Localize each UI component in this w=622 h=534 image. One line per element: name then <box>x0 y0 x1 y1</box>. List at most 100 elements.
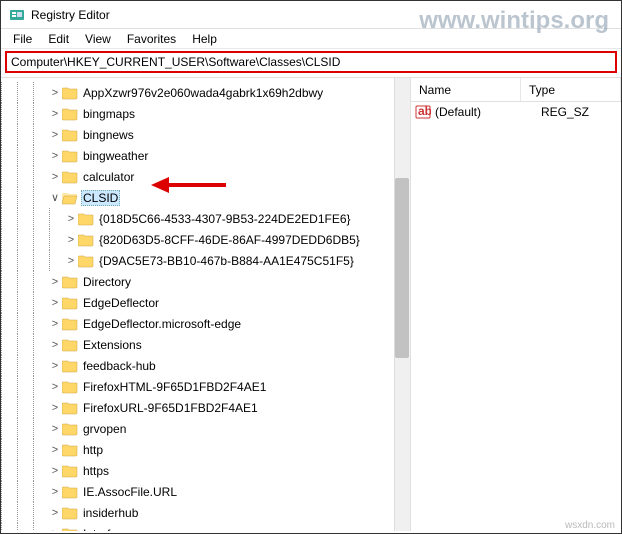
chevron-right-icon[interactable]: > <box>49 108 61 120</box>
chevron-right-icon[interactable]: > <box>49 465 61 477</box>
tree-item-label: EdgeDeflector.microsoft-edge <box>81 317 243 331</box>
tree-item[interactable]: > grvopen <box>1 418 410 439</box>
tree-item-label: IE.AssocFile.URL <box>81 485 179 499</box>
tree-item[interactable]: > {D9AC5E73-BB10-467b-B884-AA1E475C51F5} <box>1 250 410 271</box>
menu-view[interactable]: View <box>77 30 119 48</box>
value-list-pane[interactable]: Name Type ab (Default) REG_SZ <box>411 78 621 531</box>
folder-open-icon <box>62 191 78 205</box>
tree-item-label: FirefoxHTML-9F65D1FBD2F4AE1 <box>81 380 268 394</box>
tree-item[interactable]: > IE.AssocFile.URL <box>1 481 410 502</box>
string-value-icon: ab <box>415 104 431 120</box>
tree-item[interactable]: > https <box>1 460 410 481</box>
folder-icon <box>62 170 78 184</box>
tree-item[interactable]: >bingnews <box>1 124 410 145</box>
col-type[interactable]: Type <box>521 78 621 101</box>
registry-tree[interactable]: > AppXzwr976v2e060wada4gabrk1x69h2dbwy >bi… <box>1 78 410 531</box>
tree-item-label: AppXzwr976v2e060wada4gabrk1x69h2dbwy <box>81 86 325 100</box>
menu-edit[interactable]: Edit <box>40 30 77 48</box>
folder-icon <box>62 359 78 373</box>
tree-item[interactable]: > {820D63D5-8CFF-46DE-86AF-4997DEDD6DB5} <box>1 229 410 250</box>
folder-icon <box>62 107 78 121</box>
chevron-right-icon[interactable]: > <box>49 486 61 498</box>
regedit-icon <box>9 7 25 23</box>
tree-item[interactable]: > EdgeDeflector <box>1 292 410 313</box>
chevron-right-icon[interactable]: > <box>65 234 77 246</box>
tree-item[interactable]: >bingweather <box>1 145 410 166</box>
chevron-right-icon[interactable]: > <box>49 381 61 393</box>
folder-icon <box>62 422 78 436</box>
tree-item-label: Interface <box>81 527 132 532</box>
tree-item-label: EdgeDeflector <box>81 296 161 310</box>
col-name[interactable]: Name <box>411 78 521 101</box>
chevron-right-icon[interactable]: > <box>49 444 61 456</box>
folder-icon <box>62 401 78 415</box>
tree-item-label: insiderhub <box>81 506 140 520</box>
chevron-right-icon[interactable]: > <box>49 423 61 435</box>
chevron-down-icon[interactable]: ∨ <box>49 191 61 204</box>
chevron-right-icon[interactable]: > <box>49 528 61 532</box>
tree-item-label: https <box>81 464 111 478</box>
menu-help[interactable]: Help <box>184 30 225 48</box>
folder-icon <box>62 380 78 394</box>
folder-icon <box>62 275 78 289</box>
folder-icon <box>62 317 78 331</box>
chevron-right-icon[interactable]: > <box>49 150 61 162</box>
tree-item[interactable]: > http <box>1 439 410 460</box>
tree-scrollbar[interactable] <box>394 78 410 531</box>
tree-item[interactable]: >Directory <box>1 271 410 292</box>
chevron-right-icon[interactable]: > <box>65 213 77 225</box>
address-input[interactable] <box>11 55 611 69</box>
chevron-right-icon[interactable]: > <box>49 171 61 183</box>
chevron-right-icon[interactable]: > <box>49 276 61 288</box>
window-title: Registry Editor <box>31 8 110 22</box>
tree-item[interactable]: > Interface <box>1 523 410 531</box>
chevron-right-icon[interactable]: > <box>49 360 61 372</box>
folder-icon <box>62 338 78 352</box>
tree-item[interactable]: >FirefoxURL-9F65D1FBD2F4AE1 <box>1 397 410 418</box>
tree-item-label: {820D63D5-8CFF-46DE-86AF-4997DEDD6DB5} <box>97 233 362 247</box>
chevron-right-icon[interactable]: > <box>49 507 61 519</box>
tree-item[interactable]: > feedback-hub <box>1 355 410 376</box>
tree-item[interactable]: > AppXzwr976v2e060wada4gabrk1x69h2dbwy <box>1 82 410 103</box>
tree-item[interactable]: > FirefoxHTML-9F65D1FBD2F4AE1 <box>1 376 410 397</box>
folder-icon <box>62 128 78 142</box>
folder-icon <box>62 485 78 499</box>
tree-scroll-thumb[interactable] <box>395 178 409 358</box>
tree-item[interactable]: >bingmaps <box>1 103 410 124</box>
folder-icon <box>62 443 78 457</box>
value-name: (Default) <box>435 105 541 119</box>
list-row[interactable]: ab (Default) REG_SZ <box>411 102 621 122</box>
tree-item-label: {D9AC5E73-BB10-467b-B884-AA1E475C51F5} <box>97 254 356 268</box>
menubar: File Edit View Favorites Help <box>1 29 621 49</box>
tree-item-label: http <box>81 443 105 457</box>
chevron-right-icon[interactable]: > <box>49 87 61 99</box>
tree-item-label: calculator <box>81 170 136 184</box>
tree-item[interactable]: ∨CLSID <box>1 187 410 208</box>
svg-text:ab: ab <box>418 104 431 118</box>
folder-icon <box>62 296 78 310</box>
folder-icon <box>78 233 94 247</box>
address-bar[interactable] <box>5 51 617 73</box>
list-header: Name Type <box>411 78 621 102</box>
chevron-right-icon[interactable]: > <box>49 318 61 330</box>
menu-favorites[interactable]: Favorites <box>119 30 184 48</box>
tree-item[interactable]: >Extensions <box>1 334 410 355</box>
chevron-right-icon[interactable]: > <box>49 339 61 351</box>
value-type: REG_SZ <box>541 105 617 119</box>
tree-item-label: grvopen <box>81 422 128 436</box>
tree-item[interactable]: > EdgeDeflector.microsoft-edge <box>1 313 410 334</box>
chevron-right-icon[interactable]: > <box>49 402 61 414</box>
folder-icon <box>62 527 78 532</box>
chevron-right-icon[interactable]: > <box>65 255 77 267</box>
chevron-right-icon[interactable]: > <box>49 297 61 309</box>
chevron-right-icon[interactable]: > <box>49 129 61 141</box>
tree-item-label: feedback-hub <box>81 359 158 373</box>
menu-file[interactable]: File <box>5 30 40 48</box>
tree-item[interactable]: > calculator <box>1 166 410 187</box>
folder-icon <box>62 506 78 520</box>
tree-item[interactable]: >{018D5C66-4533-4307-9B53-224DE2ED1FE6} <box>1 208 410 229</box>
folder-icon <box>78 254 94 268</box>
tree-item[interactable]: > insiderhub <box>1 502 410 523</box>
folder-icon <box>62 149 78 163</box>
tree-pane[interactable]: > AppXzwr976v2e060wada4gabrk1x69h2dbwy >bi… <box>1 78 411 531</box>
